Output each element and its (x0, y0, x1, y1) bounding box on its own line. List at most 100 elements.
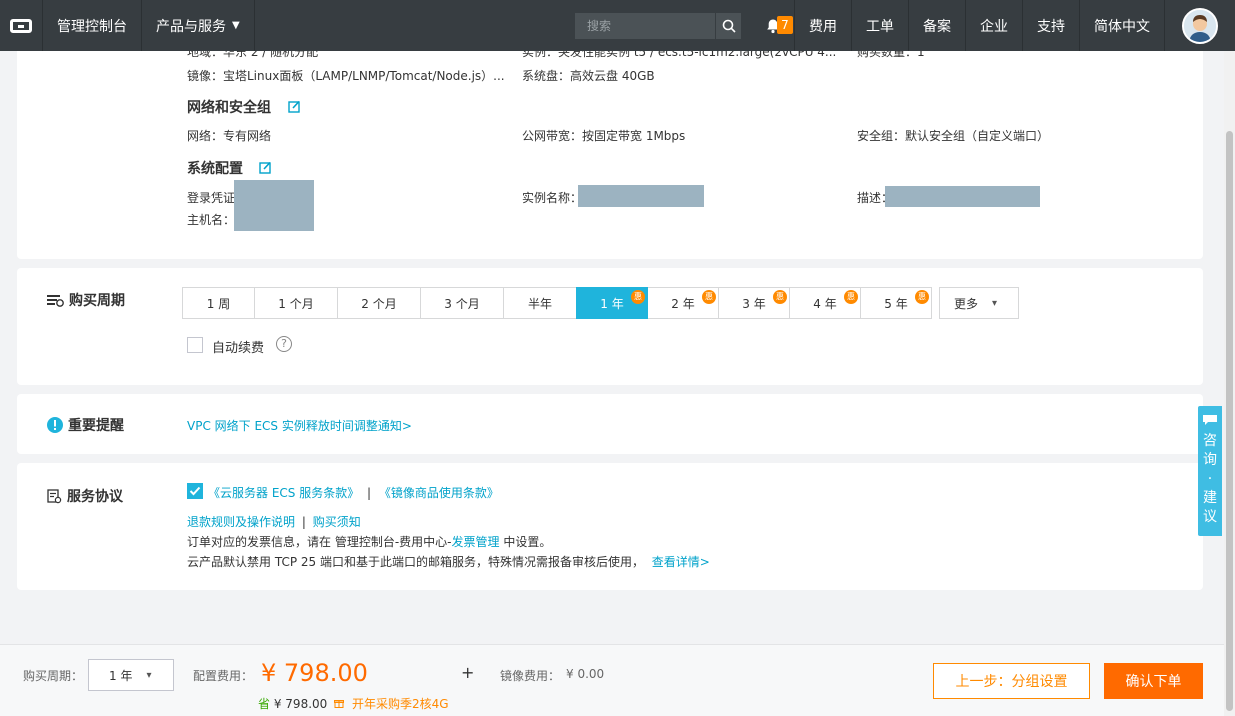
help-icon[interactable]: ? (276, 336, 292, 352)
service-terms-card: 服务协议 《云服务器 ECS 服务条款》 | 《镜像商品使用条款》 退款规则及操… (17, 463, 1203, 590)
period-tabs: 1 周 1 个月 2 个月 3 个月 半年 1 年惠 2 年惠 3 年惠 4 年… (182, 287, 932, 319)
period-tab-3year[interactable]: 3 年惠 (718, 287, 790, 319)
config-summary-card: 地域：华东 2 / 随机分配 实例：突发性能实例 t5 / ecs.t5-lc1… (17, 40, 1203, 259)
agree-terms-checkbox[interactable] (187, 483, 203, 499)
refund-rules-link[interactable]: 退款规则及操作说明 (187, 515, 295, 529)
user-menu[interactable] (1165, 0, 1235, 51)
logo-icon (10, 18, 32, 33)
period-tab-2month[interactable]: 2 个月 (337, 287, 421, 319)
search-input[interactable]: 搜索 (575, 12, 715, 39)
period-tab-3month[interactable]: 3 个月 (420, 287, 504, 319)
consult-char: 咨 (1203, 433, 1217, 449)
discount-badge: 惠 (844, 290, 858, 304)
confirm-order-button[interactable]: 确认下单 (1104, 663, 1203, 699)
gift-icon (334, 700, 345, 708)
period-tab-halfyear[interactable]: 半年 (503, 287, 577, 319)
icp-link[interactable]: 备案 (909, 0, 966, 51)
terms-links-row: 《云服务器 ECS 服务条款》 | 《镜像商品使用条款》 (208, 484, 499, 501)
discount-badge: 惠 (773, 290, 787, 304)
period-tab-label: 4 年 (813, 296, 837, 311)
security-group-text: 安全组：默认安全组（自定义端口） (857, 129, 1050, 143)
period-tab-5year[interactable]: 5 年惠 (860, 287, 932, 319)
savings-row: 省 ¥ 798.00 开年采购季2核4G (258, 695, 449, 712)
period-tab-label: 3 年 (742, 296, 766, 311)
image-terms-link[interactable]: 《镜像商品使用条款》 (379, 486, 499, 500)
period-tab-label: 2 个月 (361, 296, 397, 311)
terms-title: 服务协议 (67, 489, 123, 505)
redacted-block (234, 180, 314, 231)
period-tab-1year[interactable]: 1 年惠 (576, 287, 648, 319)
image-fee-label: 镜像费用： (500, 669, 561, 683)
period-section-head: 购买周期 (47, 290, 125, 310)
search-button[interactable] (715, 12, 741, 39)
page-scrollbar[interactable] (1224, 51, 1235, 716)
promo-text[interactable]: 开年采购季2核4G (352, 697, 449, 711)
period-tab-1week[interactable]: 1 周 (182, 287, 255, 319)
ticket-link[interactable]: 工单 (852, 0, 909, 51)
aliyun-logo[interactable] (0, 0, 43, 51)
period-tab-label: 3 个月 (444, 296, 480, 311)
period-tab-2year[interactable]: 2 年惠 (647, 287, 719, 319)
image-fee-amount: ¥ 0.00 (566, 667, 605, 681)
period-tab-4year[interactable]: 4 年惠 (789, 287, 861, 319)
redacted-description (885, 186, 1040, 207)
period-title: 购买周期 (69, 293, 125, 309)
products-label: 产品与服务 (156, 18, 226, 35)
period-tab-1month[interactable]: 1 个月 (254, 287, 338, 319)
edit-system-config-icon[interactable] (259, 161, 272, 174)
products-menu[interactable]: 产品与服务 ▼ (142, 0, 255, 51)
auto-renew-label: 自动续费 (212, 341, 265, 356)
login-credential-text: 登录凭证 (187, 191, 236, 205)
avatar (1182, 7, 1218, 44)
invoice-row: 订单对应的发票信息，请在 管理控制台-费用中心-发票管理 中设置。 (187, 533, 551, 550)
language-switch[interactable]: 简体中文 (1080, 0, 1165, 51)
more-periods-dropdown[interactable]: 更多 ▾ (939, 287, 1019, 319)
more-label: 更多 (954, 296, 979, 311)
notification-button[interactable]: 7 (751, 0, 795, 51)
config-fee-amount: ¥ 798.00 (261, 659, 368, 687)
edit-network-icon[interactable] (288, 100, 301, 113)
period-tab-label: 1 周 (206, 296, 231, 311)
notice-title: 重要提醒 (68, 418, 124, 434)
period-select[interactable]: 1 年 ▾ (88, 659, 174, 691)
invoice-prefix-text: 订单对应的发票信息，请在 管理控制台-费用中心- (187, 535, 452, 549)
purchase-notes-link[interactable]: 购买须知 (313, 515, 361, 529)
console-link[interactable]: 管理控制台 (43, 0, 142, 51)
save-amount: ¥ 798.00 (273, 697, 328, 711)
support-link[interactable]: 支持 (1023, 0, 1080, 51)
alert-icon (47, 417, 63, 433)
view-details-link[interactable]: 查看详情> (652, 555, 710, 569)
image-text: 镜像：宝塔Linux面板（LAMP/LNMP/Tomcat/Node.js）..… (187, 69, 505, 83)
auto-renew-checkbox[interactable] (187, 337, 203, 353)
vpc-notice-link[interactable]: VPC 网络下 ECS 实例释放时间调整通知> (187, 417, 412, 434)
bandwidth-text: 公网带宽：按固定带宽 1Mbps (522, 129, 686, 143)
period-tab-label: 5 年 (884, 296, 908, 311)
period-icon (47, 295, 64, 307)
redacted-instance-name (578, 185, 704, 207)
support-label: 支持 (1037, 18, 1065, 35)
top-navigation-bar: 管理控制台 产品与服务 ▼ 搜索 7 费用 工单 备案 企业 支持 简体中文 (0, 0, 1235, 51)
discount-badge: 惠 (631, 290, 645, 304)
terms-separator: | (367, 486, 372, 500)
billing-link[interactable]: 费用 (795, 0, 852, 51)
notification-count-badge: 7 (777, 16, 793, 34)
important-notice-card: 重要提醒 VPC 网络下 ECS 实例释放时间调整通知> (17, 394, 1203, 454)
scrollbar-thumb[interactable] (1226, 131, 1233, 711)
chevron-down-icon: ▾ (992, 297, 998, 309)
ecs-terms-link[interactable]: 《云服务器 ECS 服务条款》 (208, 486, 359, 500)
terms-section-head: 服务协议 (47, 486, 123, 506)
consult-char: · (1207, 471, 1213, 487)
billing-label: 费用 (809, 18, 837, 35)
consult-char: 建 (1203, 490, 1217, 506)
previous-step-button[interactable]: 上一步：分组设置 (933, 663, 1090, 699)
invoice-management-link[interactable]: 发票管理 (451, 535, 499, 549)
enterprise-link[interactable]: 企业 (966, 0, 1023, 51)
network-section-title: 网络和安全组 (187, 100, 271, 116)
discount-badge: 惠 (702, 290, 716, 304)
system-config-title: 系统配置 (187, 161, 243, 177)
ticket-label: 工单 (866, 18, 894, 35)
caret-down-icon: ▼ (232, 20, 240, 31)
save-prefix: 省 (258, 697, 271, 711)
checkmark-icon (189, 486, 201, 496)
consult-suggest-tab[interactable]: 咨 询 · 建 议 (1198, 406, 1222, 536)
